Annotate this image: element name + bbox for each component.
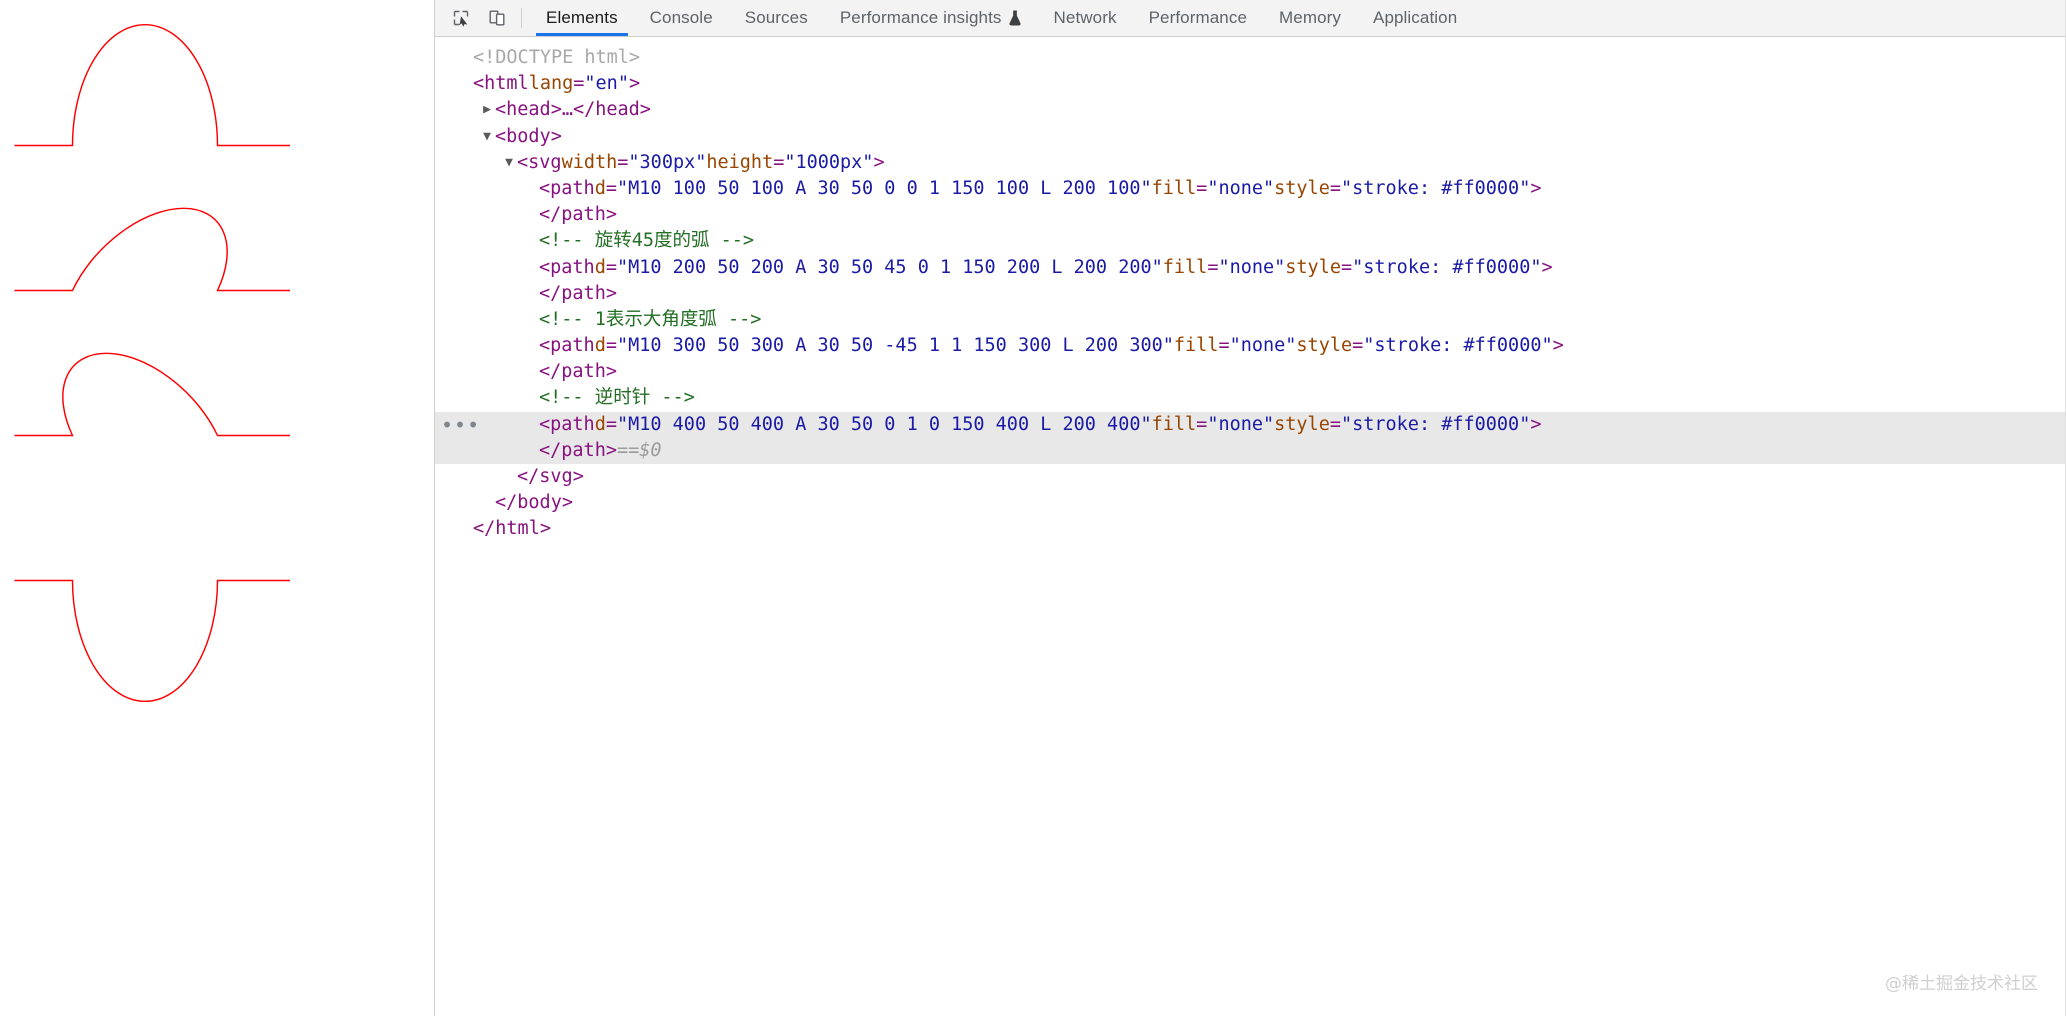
dom-node-content: ·</path> [457, 281, 617, 307]
dom-node-html-open[interactable]: ·<html lang="en"> [435, 71, 2066, 97]
dom-node-comment-3[interactable]: ·<!-- 1表示大角度弧 --> [435, 307, 2066, 333]
dom-node-content: ·</path> == $0 [457, 438, 662, 464]
inspect-element-icon[interactable] [443, 0, 479, 36]
dom-node-path-3[interactable]: ·<path d="M10 300 50 300 A 30 50 -45 1 1… [435, 333, 2066, 359]
dom-node-content: ·<path d="M10 300 50 300 A 30 50 -45 1 1… [457, 333, 1564, 359]
tab-application[interactable]: Application [1357, 0, 1473, 36]
dom-node-body-open[interactable]: ▼ <body> [435, 124, 2066, 150]
tab-memory-label: Memory [1279, 8, 1341, 27]
dom-node-content: ·</html> [457, 516, 551, 542]
indent-spacer: · [523, 281, 539, 307]
tab-performance-insights[interactable]: Performance insights [824, 0, 1038, 36]
tab-network[interactable]: Network [1038, 0, 1133, 36]
indent-spacer: · [523, 359, 539, 385]
dom-node-content: ·</path> [457, 359, 617, 385]
dom-node-content: ·<html lang="en"> [457, 71, 640, 97]
devtools-tabstrip: Elements Console Sources Performance ins… [435, 0, 2066, 37]
dom-node-comment-2[interactable]: ·<!-- 旋转45度的弧 --> [435, 228, 2066, 254]
page-svg-canvas [14, 23, 290, 703]
dom-node-content: ▼ <body> [457, 124, 562, 150]
tab-sources[interactable]: Sources [729, 0, 824, 36]
dom-node-content: ▼ <svg width = "300px" height = "1000px" > [457, 150, 885, 176]
indent-spacer: · [523, 307, 539, 333]
indent-spacer: · [523, 176, 539, 202]
rendered-arc-path-1 [14, 23, 290, 147]
dom-node-doctype[interactable]: ·<!DOCTYPE html> [435, 45, 2066, 71]
tab-elements-label: Elements [546, 8, 618, 27]
rendered-page-viewport [0, 0, 435, 1016]
indent-spacer: · [523, 333, 539, 359]
devtools-panel: Elements Console Sources Performance ins… [435, 0, 2066, 1016]
tab-console-label: Console [649, 8, 713, 27]
indent-spacer: · [501, 464, 517, 490]
indent-spacer: · [523, 228, 539, 254]
screenshot-root: Elements Console Sources Performance ins… [0, 0, 2066, 1016]
toolbar-divider [521, 8, 522, 28]
dom-node-content: ·<!DOCTYPE html> [457, 45, 640, 71]
tab-performance-label: Performance [1148, 8, 1247, 27]
dom-node-content: ·<!-- 旋转45度的弧 --> [457, 228, 754, 254]
dom-node-content: ·</body> [457, 490, 573, 516]
watermark: @稀土掘金技术社区 [1885, 974, 2038, 994]
tab-application-label: Application [1373, 8, 1458, 27]
tab-sources-label: Sources [744, 8, 808, 27]
dom-node-svg-open[interactable]: ▼ <svg width = "300px" height = "1000px" > [435, 150, 2066, 176]
device-toolbar-icon[interactable] [479, 0, 515, 36]
rendered-arc-path-2 [14, 207, 290, 292]
dom-node-path-1[interactable]: ·<path d="M10 100 50 100 A 30 50 0 0 1 1… [435, 176, 2066, 202]
tab-memory[interactable]: Memory [1263, 0, 1357, 36]
indent-spacer: · [457, 516, 473, 542]
indent-spacer: · [523, 412, 539, 438]
indent-spacer: · [523, 438, 539, 464]
dom-node-html-close[interactable]: ·</html> [435, 516, 2066, 542]
tab-network-label: Network [1053, 8, 1117, 27]
tab-performance-insights-label: Performance insights [839, 8, 1002, 27]
indent-spacer: · [523, 202, 539, 228]
dom-node-comment-4[interactable]: ·<!-- 逆时针 --> [435, 385, 2066, 411]
dom-node-content: ·<path d="M10 400 50 400 A 30 50 0 1 0 1… [457, 412, 1541, 438]
disclosure-triangle-icon[interactable]: ▼ [501, 150, 517, 176]
dom-node-head[interactable]: ▶ <head>…</head> [435, 97, 2066, 123]
indent-spacer: · [457, 45, 473, 71]
dom-node-content: ·<!-- 1表示大角度弧 --> [457, 307, 761, 333]
disclosure-triangle-icon[interactable]: ▶ [479, 97, 495, 123]
indent-spacer: · [523, 385, 539, 411]
dom-node-path-2[interactable]: ·<path d="M10 200 50 200 A 30 50 45 0 1 … [435, 255, 2066, 281]
dom-node-path-close-3[interactable]: ·</path> [435, 359, 2066, 385]
dom-node-content: ·<!-- 逆时针 --> [457, 385, 695, 411]
dom-node-content: ·<path d="M10 200 50 200 A 30 50 45 0 1 … [457, 255, 1553, 281]
tab-elements[interactable]: Elements [530, 0, 634, 36]
indent-spacer: · [457, 71, 473, 97]
disclosure-triangle-icon[interactable]: ▼ [479, 124, 495, 150]
flask-icon [1008, 10, 1022, 26]
dom-node-path-4[interactable]: •••·<path d="M10 400 50 400 A 30 50 0 1 … [435, 411, 2066, 438]
dom-tree-view[interactable]: ·<!DOCTYPE html>·<html lang="en">▶<head>… [435, 37, 2066, 1016]
dom-node-content: ▶ <head>…</head> [457, 97, 651, 123]
dom-node-content: ·</path> [457, 202, 617, 228]
dom-node-body-close[interactable]: ·</body> [435, 490, 2066, 516]
dom-node-content: ·</svg> [457, 464, 584, 490]
dom-node-path-close-4[interactable]: ·</path> == $0 [435, 437, 2066, 464]
indent-spacer: · [523, 255, 539, 281]
dom-node-svg-close[interactable]: ·</svg> [435, 464, 2066, 490]
dom-node-content: ·<path d="M10 100 50 100 A 30 50 0 0 1 1… [457, 176, 1541, 202]
dom-node-path-close-2[interactable]: ·</path> [435, 281, 2066, 307]
rendered-arc-path-3 [14, 352, 290, 437]
node-overflow-dots[interactable]: ••• [441, 415, 480, 435]
indent-spacer: · [479, 490, 495, 516]
rendered-arc-path-4 [14, 579, 290, 703]
dom-node-path-close-1[interactable]: ·</path> [435, 202, 2066, 228]
tab-performance[interactable]: Performance [1133, 0, 1263, 36]
tab-console[interactable]: Console [634, 0, 729, 36]
